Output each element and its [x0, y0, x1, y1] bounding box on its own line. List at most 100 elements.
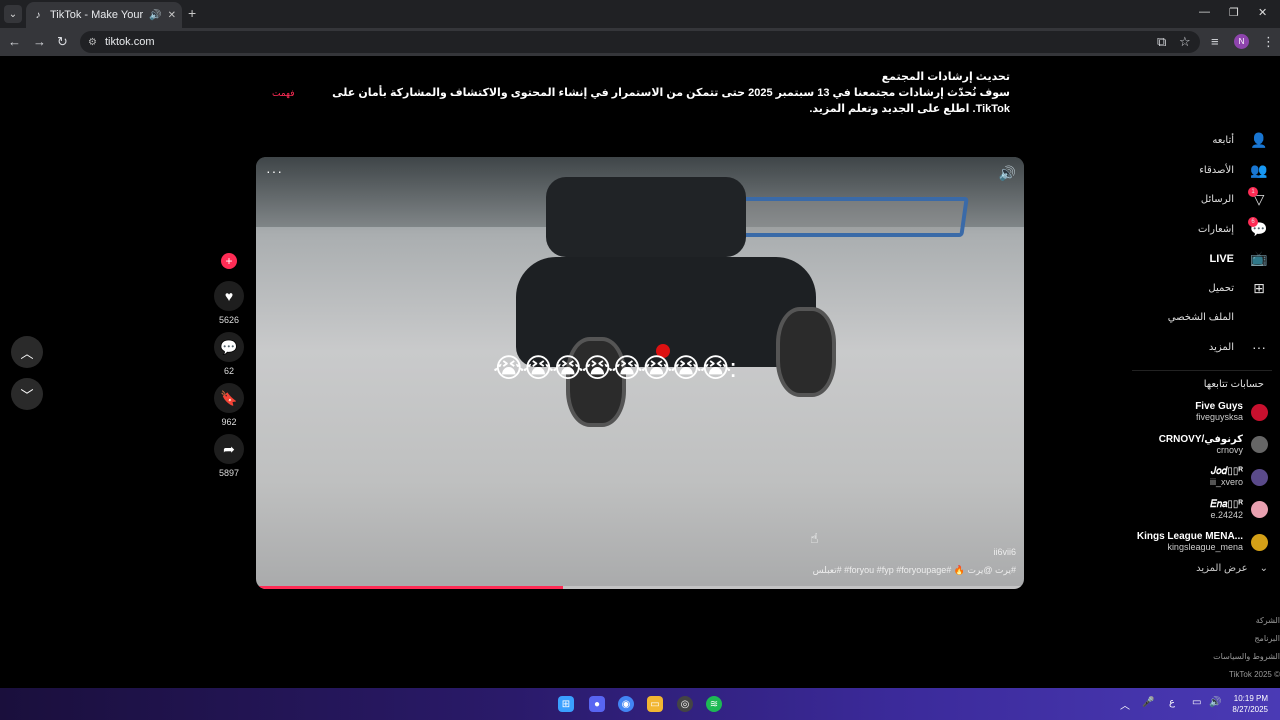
sidebar-item-label: تحميل: [1208, 282, 1234, 294]
profile-avatar[interactable]: N: [1234, 34, 1249, 49]
comment-count: 62: [223, 366, 234, 376]
share-count: 5897: [218, 468, 240, 478]
sidebar-item-upload[interactable]: ⊞ تحميل: [1132, 274, 1272, 304]
site-info-icon[interactable]: ⚙: [88, 37, 97, 48]
tab-audio-icon[interactable]: 🔊: [149, 10, 161, 21]
video-progress-fill: [256, 586, 564, 589]
sidebar-item-more[interactable]: ··· المزيد: [1132, 333, 1272, 363]
friends-icon: 👥: [1250, 161, 1268, 178]
sidebar-item-friends[interactable]: 👥 الأصدقاء: [1132, 156, 1272, 186]
notification-badge: 6: [1248, 216, 1258, 227]
start-icon[interactable]: ⊞: [558, 696, 574, 712]
next-video-button[interactable]: ﹀: [11, 378, 43, 410]
browser-menu-icon[interactable]: ⋮: [1262, 34, 1275, 50]
url-text: tiktok.com: [104, 36, 155, 48]
chevron-up-icon: ︿: [20, 345, 34, 361]
forward-button[interactable]: →: [33, 34, 46, 49]
minimize-button[interactable]: —: [1199, 6, 1210, 18]
video-more-icon[interactable]: ···: [266, 163, 283, 179]
sidebar-item-label: الرسائل: [1200, 194, 1234, 206]
file-explorer-icon[interactable]: ▭: [647, 696, 663, 712]
sidebar-item-label: الأصدقاء: [1199, 164, 1234, 176]
user-follow-icon: 👤: [1250, 132, 1268, 149]
following-title: حسابات تتابعها: [1203, 379, 1264, 390]
windows-taskbar: ⊞ ● ◉ ▭ ◎ ≋ ︿ 🎤 ع ▭ 🔊 10:19 PM 8/27/2025: [0, 688, 1280, 720]
banner-body: سوف نُحدّث إرشادات مجتمعنا في 13 سبتمبر …: [332, 87, 1010, 115]
account-display-name: Kings League MENA...: [1136, 531, 1243, 543]
tab-search-icon[interactable]: ⌄: [4, 5, 22, 23]
back-button[interactable]: ←: [8, 34, 21, 49]
tab-close-icon[interactable]: ✕: [168, 10, 176, 21]
followed-account[interactable]: Kings League MENA... kingsleague_mena: [1132, 526, 1272, 559]
app-icon[interactable]: ◎: [677, 696, 693, 712]
followed-account[interactable]: 𝐸𝑛𝑎▯▯ᴿ e.24242: [1132, 494, 1272, 527]
avatar: [1251, 468, 1268, 486]
system-clock[interactable]: 10:19 PM 8/27/2025: [1232, 693, 1268, 715]
more-icon: ···: [1252, 339, 1266, 356]
volume-tray-icon[interactable]: 🔊: [1209, 697, 1221, 708]
browser-toolbar: ← → ↻ ⚙ tiktok.com ⧉ ☆ ≡ N ⋮: [0, 28, 1280, 56]
address-bar[interactable]: ⚙ tiktok.com: [80, 31, 1200, 53]
discord-icon[interactable]: ●: [589, 696, 605, 712]
footer-link[interactable]: © TikTok 2025: [1200, 670, 1280, 679]
account-names: Five Guys fiveguysksa: [1195, 401, 1243, 423]
sidebar-item-label: إشعارات: [1197, 223, 1234, 235]
footer-link[interactable]: الشروط والسياسات: [1200, 652, 1280, 661]
microphone-icon[interactable]: 🎤: [1142, 697, 1154, 708]
share-button[interactable]: ➦: [214, 434, 244, 464]
banner-dismiss-button[interactable]: فهمت: [272, 88, 295, 99]
browser-tab-bar: ⌄ ♪ TikTok - Make Your Day 🔊 ✕ + — ❐ ✕: [0, 0, 1280, 28]
footer-link[interactable]: البرنامج: [1200, 634, 1280, 643]
tray-overflow-icon[interactable]: ︿: [1120, 697, 1130, 712]
video-caption: #يرت @يرت 🔥 #foryou #fyp #foryoupage# #ت…: [812, 565, 1016, 575]
network-icon[interactable]: ▭: [1192, 697, 1201, 708]
install-app-icon[interactable]: ⧉: [1157, 34, 1166, 50]
account-handle: crnovy: [1216, 444, 1243, 455]
account-display-name: Five Guys: [1195, 401, 1243, 413]
reload-button[interactable]: ↻: [57, 34, 68, 50]
sidebar-item-live[interactable]: 📺 LIVE: [1132, 244, 1272, 274]
avatar: [1251, 533, 1268, 551]
media-control-icon[interactable]: ≡: [1211, 34, 1219, 49]
followed-account[interactable]: CRNOVY/كرنوفي crnovy: [1132, 429, 1272, 462]
follow-plus-button[interactable]: +: [221, 253, 237, 269]
account-display-name: 𝐽𝑜𝑑▯▯ᴿ: [1211, 466, 1243, 478]
save-button[interactable]: 🔖: [214, 383, 244, 413]
volume-icon[interactable]: 🔊: [999, 165, 1016, 182]
comment-button[interactable]: 💬: [214, 332, 244, 362]
language-indicator[interactable]: ع: [1169, 697, 1175, 708]
bookmark-star-icon[interactable]: ☆: [1179, 34, 1191, 50]
tab-title: TikTok - Make Your Day: [50, 9, 144, 21]
video-player[interactable]: 😭😭😭😭😭😭😭😭: ··· 🔊 ii6vii6 #يرت @يرت 🔥 #for…: [256, 157, 1024, 589]
followed-account[interactable]: Five Guys fiveguysksa: [1132, 396, 1272, 429]
share-icon: ➦: [223, 440, 235, 457]
browser-tab[interactable]: ♪ TikTok - Make Your Day 🔊 ✕: [26, 2, 182, 28]
right-sidebar: 👤 أتابعه 👥 الأصدقاء ▽ 1 الرسائل 💬 6 إشعارات 📺 LIVE ⊞…: [1132, 126, 1272, 574]
see-more-button[interactable]: ⌄ عرض المزيد: [1132, 563, 1272, 574]
chrome-icon[interactable]: ◉: [618, 696, 634, 712]
notification-badge: 1: [1248, 187, 1258, 198]
close-window-button[interactable]: ✕: [1258, 6, 1267, 19]
restore-button[interactable]: ❐: [1229, 6, 1239, 19]
video-progress-bar[interactable]: [256, 586, 1024, 589]
sidebar-item-user-follow[interactable]: 👤 أتابعه: [1132, 126, 1272, 156]
sidebar-item-profile[interactable]: الملف الشخصي: [1132, 303, 1272, 333]
video-username[interactable]: ii6vii6: [993, 547, 1016, 557]
like-count: 5626: [218, 315, 240, 325]
comment-icon: 💬: [220, 338, 238, 355]
notifications-icon: 💬 6: [1248, 216, 1268, 238]
account-names: CRNOVY/كرنوفي crnovy: [1159, 434, 1243, 456]
banner-title: تحديث إرشادات المجتمع: [881, 71, 1010, 83]
like-button[interactable]: ♥: [214, 281, 244, 311]
bookmark-icon: 🔖: [220, 389, 238, 406]
heart-icon: ♥: [224, 288, 234, 304]
sidebar-item-messages[interactable]: ▽ 1 الرسائل: [1132, 185, 1272, 215]
new-tab-button[interactable]: +: [188, 5, 196, 21]
sidebar-item-notifications[interactable]: 💬 6 إشعارات: [1132, 215, 1272, 245]
avatar: [1251, 436, 1268, 454]
spotify-icon[interactable]: ≋: [706, 696, 722, 712]
chevron-down-icon: ﹀: [20, 387, 34, 403]
footer-link[interactable]: الشركة: [1200, 616, 1280, 625]
previous-video-button[interactable]: ︿: [11, 336, 43, 368]
followed-account[interactable]: 𝐽𝑜𝑑▯▯ᴿ iii_xvero: [1132, 461, 1272, 494]
